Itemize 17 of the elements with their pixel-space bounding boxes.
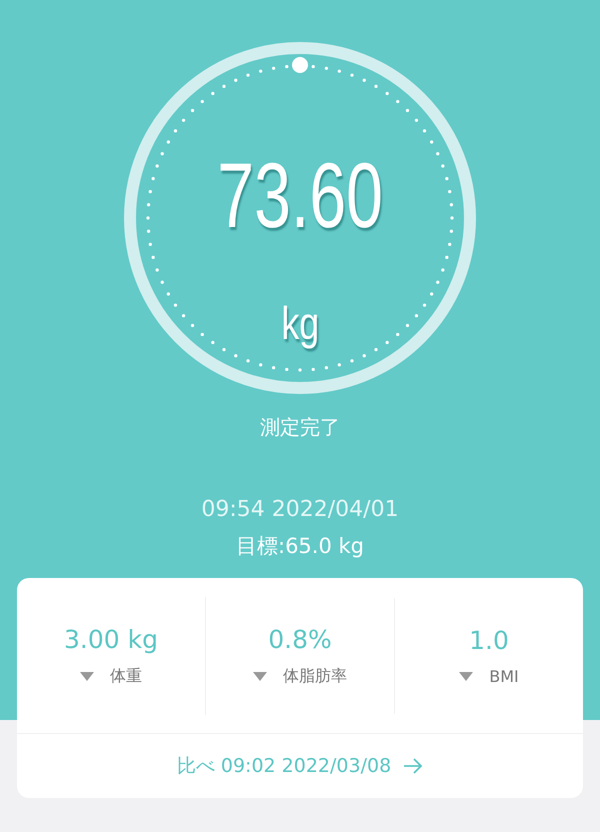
down-triangle-icon	[253, 672, 267, 680]
down-triangle-icon	[459, 672, 474, 680]
goal-text: 目標:65.0 kg	[236, 533, 364, 560]
weight-unit: kg	[281, 300, 319, 346]
stat-value: 0.8%	[268, 624, 332, 654]
stat-label: 体重	[110, 666, 142, 686]
stat-value: 3.00 kg	[64, 624, 158, 654]
stat-value: 1.0	[469, 626, 509, 654]
measured-time: 09:54 2022/04/01	[201, 497, 399, 522]
stat-label: BMI	[489, 666, 519, 686]
down-triangle-icon	[80, 672, 94, 680]
right-arrow-icon	[403, 758, 424, 774]
indicator-dot	[292, 57, 308, 73]
weight-value: 73.60	[217, 150, 383, 242]
stat-label: 体脂肪率	[283, 666, 347, 686]
compare-link[interactable]: 比べ 09:02 2022/03/08	[170, 752, 430, 780]
status-text: 測定完了	[260, 414, 340, 441]
